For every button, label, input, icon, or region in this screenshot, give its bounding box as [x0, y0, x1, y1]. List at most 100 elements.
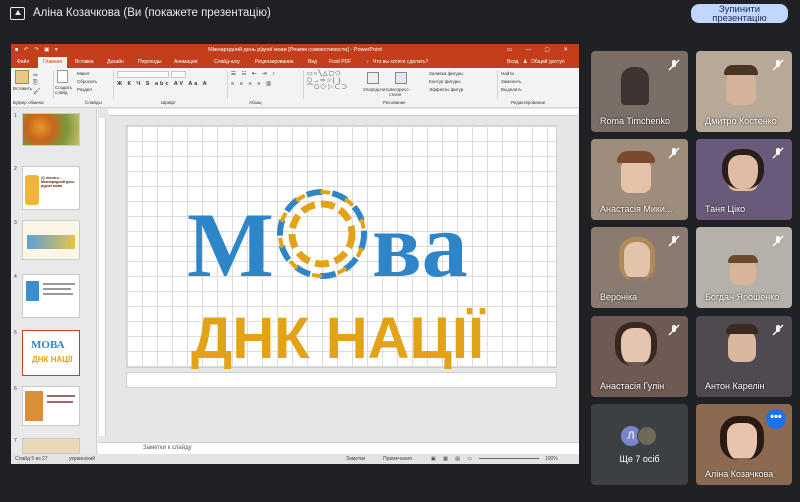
tab-transitions[interactable]: Переходы	[138, 59, 161, 65]
mic-off-icon	[668, 59, 680, 71]
participant-tile[interactable]: Анастасія Гулін	[591, 316, 688, 397]
participant-name: Богдан Ярошенко	[705, 292, 780, 302]
slide-counter: Слайд 5 из 27	[15, 456, 48, 462]
slide-subtitle: ДНК НАЦІЇ	[191, 306, 486, 369]
notes-toggle[interactable]: Заметки	[346, 456, 365, 462]
tab-home[interactable]: Главная	[38, 57, 68, 68]
paste-icon[interactable]	[15, 70, 29, 84]
slide-thumbnail-5[interactable]: МОВА ДНК НАЦІЇ	[22, 330, 80, 376]
more-participants-label: Ще 7 осіб	[619, 454, 660, 464]
paste-label[interactable]: Вставить	[13, 86, 32, 91]
ppt-ribbon: Вставить ✂ ⎘ 🖌 Буфер обмена Создать слай…	[11, 68, 579, 108]
tab-foxit[interactable]: Foxit PDF	[329, 59, 351, 65]
participant-tile[interactable]: Богдан Ярошенко	[696, 227, 792, 308]
tab-slideshow[interactable]: Слайд-шоу	[214, 59, 240, 65]
thumb-number: 1	[14, 113, 17, 119]
new-slide-icon[interactable]	[57, 70, 68, 83]
slide-thumbnail-3[interactable]	[22, 220, 80, 260]
participant-tile[interactable]: Дмитро Костенко	[696, 51, 792, 132]
next-slide-preview	[126, 372, 557, 388]
tab-view[interactable]: Вид	[308, 59, 317, 65]
stop-presenting-button[interactable]: Зупинити презентацію	[691, 4, 788, 23]
slide-thumbnail-1[interactable]	[22, 113, 80, 146]
participant-name: Вероніка	[600, 292, 638, 302]
tab-file[interactable]: Файл	[17, 59, 29, 65]
tab-design[interactable]: Дизайн	[107, 59, 124, 65]
shape-fill-button[interactable]: Заливка фигуры	[429, 71, 463, 76]
more-options-icon[interactable]: •••	[766, 409, 786, 429]
ppt-status-bar: Слайд 5 из 27 украинский Заметки Примеча…	[11, 454, 579, 464]
paragraph-group-label: Абзац	[249, 100, 262, 105]
drawing-group-label: Рисование	[383, 100, 406, 105]
tab-insert[interactable]: Вставка	[75, 59, 94, 65]
mic-off-icon	[772, 147, 784, 159]
arrange-icon[interactable]	[367, 72, 379, 84]
slide-thumbnail-2[interactable]: 21 лютого - Міжнародний день рідної мови	[22, 166, 80, 210]
section-button[interactable]: Раздел	[77, 87, 92, 92]
reset-button[interactable]: Сбросить	[77, 79, 97, 84]
participant-tile[interactable]: Roma Timchenko	[591, 51, 688, 132]
copy-icon[interactable]: ⎘	[33, 80, 38, 87]
tab-review[interactable]: Рецензирование	[255, 59, 294, 65]
mic-off-icon	[668, 324, 680, 336]
participant-tile[interactable]: Вероніка	[591, 227, 688, 308]
share-icon: ♟	[523, 59, 528, 65]
arrange-button[interactable]: Упорядочить	[363, 87, 390, 92]
create-slide-label[interactable]: Создать слайд	[55, 85, 75, 95]
thumb-number: 6	[14, 386, 17, 392]
thumb-number: 2	[14, 166, 17, 172]
format-painter-icon[interactable]: 🖌	[33, 88, 41, 95]
cut-icon[interactable]: ✂	[33, 72, 38, 79]
participant-name: Анастасія Мики...	[600, 204, 673, 214]
slide-thumbnail-4[interactable]	[22, 274, 80, 318]
shape-effects-button[interactable]: Эффекты фигур	[429, 87, 463, 92]
express-styles-icon[interactable]	[395, 72, 407, 84]
window-controls[interactable]: ▭ — ▢ ✕	[507, 44, 574, 57]
language-status[interactable]: украинский	[69, 456, 95, 462]
slide-thumbnail-7[interactable]	[22, 438, 80, 454]
participant-tile[interactable]: Антон Карелін	[696, 316, 792, 397]
self-view-tile[interactable]: ••• Аліна Козачкова	[696, 404, 792, 485]
sign-in-link[interactable]: Вход	[507, 59, 518, 65]
align-buttons[interactable]: ≡ ≡ ≡ ≡ ▥	[231, 81, 273, 87]
clipboard-group-label: Буфер обмена	[13, 100, 44, 105]
layout-button[interactable]: Макет	[77, 71, 90, 76]
thumb-number: 5	[14, 330, 17, 336]
notes-pane[interactable]: Заметки к слайду	[98, 442, 579, 454]
participant-tile[interactable]: Анастасія Мики...	[591, 139, 688, 220]
more-participants-tile[interactable]: Л Ще 7 осіб	[591, 404, 688, 485]
shape-outline-button[interactable]: Контур фигуры	[429, 79, 460, 84]
editing-group-label: Редактирование	[511, 100, 546, 105]
ppt-window-title: Міжнародний день рідної мови [Режим совм…	[208, 47, 382, 53]
tell-me-box[interactable]: Что вы хотите сделать?	[373, 59, 428, 65]
font-format-buttons[interactable]: Ж К Ч S abc AV Aa A	[117, 81, 209, 87]
slide-thumbnail-pane: 1 2 21 лютого - Міжнародний день рідної …	[11, 108, 97, 454]
participant-name: Аліна Козачкова	[705, 469, 774, 479]
select-button[interactable]: Выделить	[501, 87, 522, 92]
replace-button[interactable]: Заменить	[501, 79, 521, 84]
participant-name: Таня Ціко	[705, 204, 746, 214]
find-button[interactable]: Найти	[501, 71, 514, 76]
list-buttons[interactable]: ☰ ☷ ⇤ ⇥ ↕	[231, 71, 277, 77]
zoom-slider[interactable]	[479, 458, 539, 459]
participant-tile[interactable]: Таня Ціко	[696, 139, 792, 220]
view-buttons[interactable]: ▣ ▦ ▤ ▭	[431, 456, 475, 462]
font-size-dropdown[interactable]	[171, 71, 186, 78]
comments-toggle[interactable]: Примечания	[383, 456, 412, 462]
mic-off-icon	[668, 235, 680, 247]
slide-thumbnail-6[interactable]	[22, 386, 80, 426]
thumb-number: 3	[14, 220, 17, 226]
shapes-gallery[interactable]: ▭○╲△▢⬠ ⬡→⇨☆{ } ⌒⎔◇▷⊂⊃	[307, 71, 359, 93]
zoom-level[interactable]: 100%	[545, 456, 558, 462]
tab-animations[interactable]: Анимация	[174, 59, 197, 65]
font-name-dropdown[interactable]	[117, 71, 169, 78]
mic-off-icon	[772, 59, 784, 71]
share-button[interactable]: Общий доступ	[531, 59, 565, 65]
current-slide[interactable]: М ва ДНК НАЦІЇ	[126, 125, 557, 369]
participant-avatar-photo	[637, 426, 657, 446]
ppt-ribbon-tabs: Файл Главная Вставка Дизайн Переходы Ани…	[11, 57, 579, 68]
thumb-number: 7	[14, 438, 17, 444]
logo-letter-m: М	[187, 194, 274, 296]
logo-letters-va: ва	[372, 194, 468, 296]
express-styles-button[interactable]: Экспресс-стили	[389, 87, 415, 97]
